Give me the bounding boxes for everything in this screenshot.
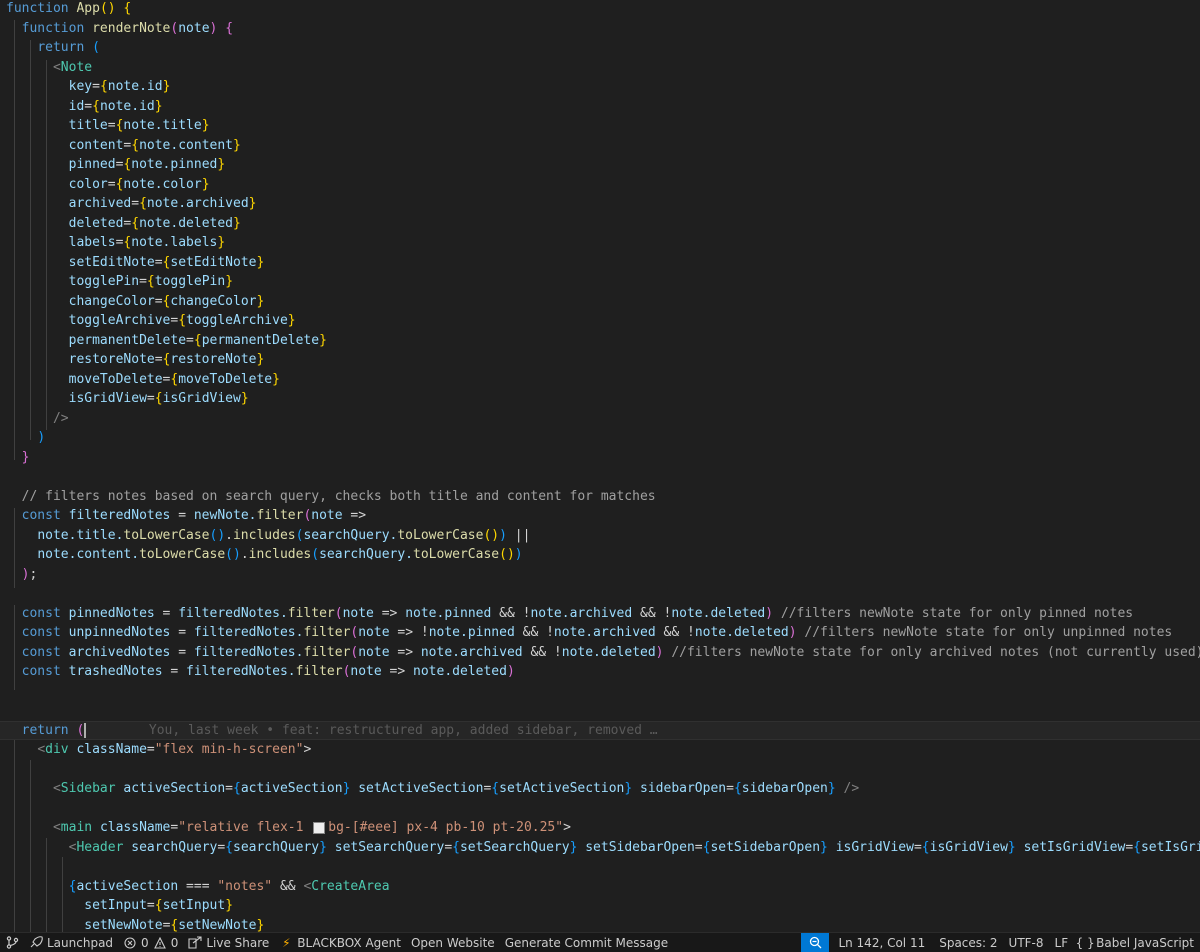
lightning-icon: ⚡	[282, 935, 291, 950]
code-line[interactable]: );	[0, 565, 1200, 585]
code-line[interactable]: const trashedNotes = filteredNotes.filte…	[0, 662, 1200, 682]
encoding-label: UTF-8	[1008, 935, 1044, 950]
code-line[interactable]: title={note.title}	[0, 116, 1200, 136]
code-line[interactable]	[0, 857, 1200, 877]
code-line[interactable]: {activeSection === "notes" && <CreateAre…	[0, 877, 1200, 897]
launchpad-button[interactable]: Launchpad	[24, 933, 118, 952]
open-website-label: Open Website	[410, 935, 495, 950]
code-line[interactable]: setInput={setInput}	[0, 896, 1200, 916]
indentation-label: Spaces: 2	[939, 935, 998, 950]
indentation-selector[interactable]: Spaces: 2	[930, 933, 1002, 952]
live-share-label: Live Share	[206, 935, 270, 950]
code-line[interactable]: archived={note.archived}	[0, 194, 1200, 214]
live-share-button[interactable]: Live Share	[183, 933, 274, 952]
code-line[interactable]	[0, 760, 1200, 780]
zoom-out-icon	[808, 936, 822, 950]
code-line[interactable]	[0, 584, 1200, 604]
code-line[interactable]: content={note.content}	[0, 136, 1200, 156]
error-count: 0	[141, 935, 149, 950]
code-line[interactable]: const archivedNotes = filteredNotes.filt…	[0, 643, 1200, 663]
code-line[interactable]: const unpinnedNotes = filteredNotes.filt…	[0, 623, 1200, 643]
code-line[interactable]: function renderNote(note) {	[0, 19, 1200, 39]
status-bar: Launchpad 0 0 Live Share ⚡ BLACKBOX Agen…	[0, 932, 1200, 952]
blackbox-agent-button[interactable]: ⚡ BLACKBOX Agent	[274, 933, 406, 952]
color-swatch[interactable]	[313, 821, 326, 834]
code-line[interactable]: pinned={note.pinned}	[0, 155, 1200, 175]
code-line[interactable]: // filters notes based on search query, …	[0, 487, 1200, 507]
code-line[interactable]: setEditNote={setEditNote}	[0, 253, 1200, 273]
warning-icon	[153, 936, 167, 950]
braces-icon: { }	[1075, 935, 1095, 950]
language-label: Babel JavaScript	[1096, 935, 1194, 950]
code-line[interactable]	[0, 467, 1200, 487]
code-line[interactable]: <Note	[0, 58, 1200, 78]
code-line[interactable]: color={note.color}	[0, 175, 1200, 195]
cursor-position-label: Ln 142, Col 11	[838, 935, 926, 950]
eol-label: LF	[1054, 935, 1069, 950]
code-line[interactable]: />	[0, 409, 1200, 429]
code-line[interactable]: setNewNote={setNewNote}	[0, 916, 1200, 933]
code-line[interactable]: function App() {	[0, 0, 1200, 19]
remote-indicator[interactable]	[0, 933, 24, 952]
code-line[interactable]	[0, 799, 1200, 819]
code-line[interactable]: changeColor={changeColor}	[0, 292, 1200, 312]
code-line[interactable]: permanentDelete={permanentDelete}	[0, 331, 1200, 351]
code-line[interactable]: const filteredNotes = newNote.filter(not…	[0, 506, 1200, 526]
error-icon	[123, 936, 137, 950]
code-line[interactable]: <Sidebar activeSection={activeSection} s…	[0, 779, 1200, 799]
code-line[interactable]: key={note.id}	[0, 77, 1200, 97]
language-mode-selector[interactable]: { } Babel JavaScript	[1073, 933, 1200, 952]
code-line[interactable]: moveToDelete={moveToDelete}	[0, 370, 1200, 390]
blackbox-label: BLACKBOX Agent	[297, 935, 401, 950]
code-line[interactable]: restoreNote={restoreNote}	[0, 350, 1200, 370]
eol-selector[interactable]: LF	[1049, 933, 1074, 952]
code-line[interactable]: labels={note.labels}	[0, 233, 1200, 253]
git-blame-annotation: You, last week • feat: restructured app,…	[86, 722, 658, 738]
code-line[interactable]	[0, 701, 1200, 721]
cursor-position[interactable]: Ln 142, Col 11	[829, 933, 930, 952]
code-line[interactable]: deleted={note.deleted}	[0, 214, 1200, 234]
code-line[interactable]: <main className="relative flex-1 bg-[#ee…	[0, 818, 1200, 838]
code-line[interactable]: const pinnedNotes = filteredNotes.filter…	[0, 604, 1200, 624]
open-website-button[interactable]: Open Website	[406, 933, 500, 952]
code-line[interactable]: <Header searchQuery={searchQuery} setSea…	[0, 838, 1200, 858]
generate-commit-button[interactable]: Generate Commit Message	[500, 933, 673, 952]
code-line[interactable]: id={note.id}	[0, 97, 1200, 117]
warning-count: 0	[170, 935, 179, 950]
code-line[interactable]: togglePin={togglePin}	[0, 272, 1200, 292]
code-editor[interactable]: function App() { function renderNote(not…	[0, 0, 1200, 932]
code-line[interactable]	[0, 682, 1200, 702]
encoding-selector[interactable]: UTF-8	[1003, 933, 1049, 952]
code-line[interactable]: toggleArchive={toggleArchive}	[0, 311, 1200, 331]
code-line[interactable]: note.title.toLowerCase().includes(search…	[0, 526, 1200, 546]
code-line[interactable]: }	[0, 448, 1200, 468]
branch-icon	[5, 936, 19, 950]
code-line[interactable]: <div className="flex min-h-screen">	[0, 740, 1200, 760]
code-line[interactable]: isGridView={isGridView}	[0, 389, 1200, 409]
code-line[interactable]: )	[0, 428, 1200, 448]
rocket-icon	[29, 936, 43, 950]
code-line[interactable]: note.content.toLowerCase().includes(sear…	[0, 545, 1200, 565]
code-line[interactable]: return (	[0, 38, 1200, 58]
problems-indicator[interactable]: 0 0	[118, 933, 183, 952]
zoom-button[interactable]	[801, 933, 830, 952]
live-share-icon	[188, 936, 202, 950]
launchpad-label: Launchpad	[47, 935, 114, 950]
commit-label: Generate Commit Message	[504, 935, 669, 950]
code-line[interactable]: return ( You, last week • feat: restruct…	[0, 720, 1200, 740]
